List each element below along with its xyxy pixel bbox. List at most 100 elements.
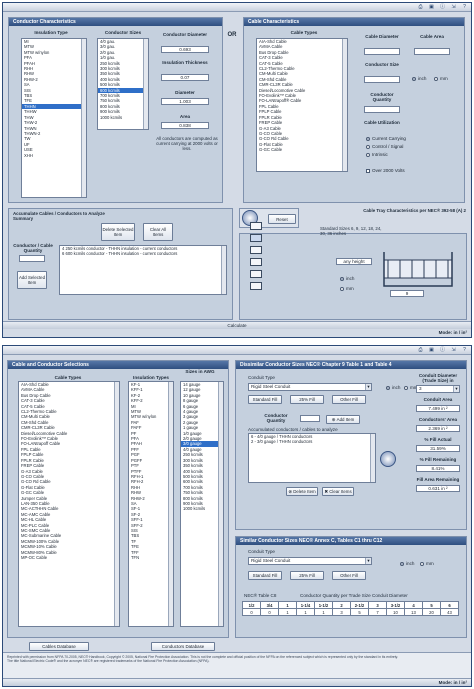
conduit-type-select[interactable]: Rigid Steel Conduit ▼ [248, 383, 372, 391]
list-item[interactable]: 1000 kcmils [181, 506, 223, 511]
print-icon[interactable]: ⎙ [417, 4, 424, 10]
util-label: Current Carrying [372, 136, 406, 141]
clear-all-items-button[interactable]: Clear All Items [143, 223, 173, 241]
tray-style-icon[interactable] [250, 282, 262, 290]
info-icon[interactable]: ⓘ [439, 4, 446, 10]
standard-fill-button[interactable]: Standard Fill [248, 571, 282, 580]
clear-items-button[interactable]: ✖ Clear Items [322, 487, 354, 496]
fill-25-button[interactable]: 25% Fill [290, 571, 324, 580]
table-cell: 1 [314, 608, 333, 616]
conductor-quantity-label: Conductor Quantity [370, 92, 394, 102]
util-control-radio[interactable]: Control / Signal [366, 144, 403, 149]
delete-item-button[interactable]: ⊗ Delete Item [286, 487, 318, 496]
tray-height-field[interactable]: any height [336, 258, 372, 265]
info-icon[interactable]: ⓘ [439, 347, 446, 353]
tray-width-field[interactable]: 9 [390, 290, 424, 297]
similar-conduit-type-select[interactable]: Rigid Steel Conduit ▼ [248, 557, 372, 565]
scrollbar[interactable] [370, 434, 375, 482]
tray-style-icon[interactable] [250, 246, 262, 254]
cable-area-field[interactable] [414, 48, 450, 55]
calculate-bar[interactable]: Calculate [3, 321, 471, 329]
radio-off-icon [340, 286, 344, 291]
list-item[interactable]: XHH [22, 153, 86, 158]
fill-actual-field: 31.59% [416, 445, 460, 452]
tray-mm-radio[interactable]: mm [340, 286, 354, 291]
print-icon[interactable]: ⎙ [417, 347, 424, 353]
cables-database-button[interactable]: Cables Database [29, 642, 89, 651]
tray-style-icon[interactable] [250, 270, 262, 278]
table-header-cell: 3-1/2 [386, 601, 405, 609]
conduit-diameter-select[interactable]: 3 ▼ [416, 385, 460, 393]
help-icon[interactable]: ? [461, 347, 468, 353]
conductor-quantity-field[interactable] [364, 106, 400, 113]
cable-types-header: Cable Types [54, 375, 82, 380]
scrollbar[interactable] [342, 39, 347, 171]
calculator-window-bottom: ⎙ ▣ ⓘ ⇲ ? Cable and Conductor Selections… [2, 345, 472, 687]
conductor-sizes-list[interactable]: 4/0 gau. 3/0 gau. 2/0 gau. 1/0 gau. 250 kcmi… [97, 38, 149, 130]
unit-mm-radio[interactable]: mm [434, 76, 448, 81]
util-current-radio[interactable]: Current Carrying [366, 136, 406, 141]
cable-tray-panel: Cable Tray Characteristics per NEC® 392-… [239, 208, 467, 320]
unit-inch-radio[interactable]: inch [412, 76, 426, 81]
s-inch-radio[interactable]: inch [400, 561, 414, 566]
insulation-type-list[interactable]: MI MTW MTW w/nylon PFA PFAH RHH RHW RHW-2 SA SIS T… [21, 38, 87, 198]
scrollbar[interactable] [114, 382, 119, 626]
other-fill-button[interactable]: Other Fill [332, 571, 366, 580]
list-item[interactable]: 2 - 3/0 gauge / THHN conductors [249, 439, 375, 444]
export-icon[interactable]: ⇲ [450, 347, 457, 353]
cable-diameter-field[interactable] [364, 48, 400, 55]
accumulated-items-list[interactable]: 4 250 kcmils conductor - THHN insulation… [59, 245, 227, 295]
table-cell: 0 [242, 608, 261, 616]
list-item[interactable]: G-GC Cable [257, 147, 347, 152]
clear-items-label: Clear Items [329, 489, 352, 494]
calculate-round-icon[interactable] [380, 451, 396, 467]
mode-indicator: Mode: in / in² [439, 329, 467, 336]
util-intrinsic-radio[interactable]: Intrinsic [366, 152, 388, 157]
area-field: 0.838 [161, 122, 209, 129]
accumulated-conductors-list[interactable]: 6 - 4/0 gauge / THHN conductors 2 - 3/0 g… [248, 433, 376, 483]
reset-button[interactable]: Reset [268, 214, 296, 224]
cable-types-list[interactable]: AIA-Shd Cable AVMA Cable Bus Drop Cable CAT… [256, 38, 348, 172]
checkbox-icon [366, 168, 370, 173]
tray-style-icon[interactable] [250, 234, 262, 242]
delete-selected-item-button[interactable]: Delete Selected Item [101, 223, 135, 241]
conductor-size-field[interactable] [364, 76, 400, 83]
save-icon[interactable]: ▣ [428, 4, 435, 10]
tray-style-icon[interactable] [250, 222, 262, 230]
sizes-awg-list[interactable]: 14 gauge 12 gauge 10 gauge 8 gauge 6 gauge 4 … [180, 381, 224, 627]
over-2000-volts-checkbox[interactable]: Over 2000 Volts [366, 168, 405, 173]
scrollbar[interactable] [143, 39, 148, 129]
tray-inch-radio[interactable]: inch [340, 276, 354, 281]
add-item-button[interactable]: ⊕ Add Item [326, 415, 360, 424]
list-item[interactable]: 6 600 kcmils conductor - THHN insulation… [60, 251, 226, 256]
chevron-down-icon: ▼ [365, 384, 371, 390]
delete-item-label: Delete Item [293, 489, 316, 494]
list-item[interactable]: MP-OC Cable [19, 555, 119, 560]
d-inch-radio[interactable]: inch [386, 385, 400, 390]
radio-off-icon [366, 152, 370, 157]
insulation-types-list[interactable]: KF-1 KFF-1 KF-2 KFF-2 MI MTW MTW w/nylon PAF PAF… [128, 381, 174, 627]
fill-remaining-field: 8.41% [416, 465, 460, 472]
conductor-quantity-field[interactable] [300, 415, 320, 422]
tray-style-icon[interactable] [250, 258, 262, 266]
list-item[interactable]: 1000 kcmils [98, 115, 148, 120]
export-icon[interactable]: ⇲ [450, 4, 457, 10]
scrollbar[interactable] [218, 382, 223, 626]
standard-fill-button[interactable]: Standard Fill [248, 395, 282, 404]
conductors-database-button[interactable]: Conductors Database [151, 642, 215, 651]
help-icon[interactable]: ? [461, 4, 468, 10]
list-item[interactable]: TFN [129, 555, 173, 560]
scrollbar[interactable] [168, 382, 173, 626]
quantity-field[interactable] [19, 255, 45, 262]
scrollbar[interactable] [221, 246, 226, 294]
scrollbar[interactable] [81, 39, 86, 197]
s-mm-radio[interactable]: mm [420, 561, 434, 566]
cable-types-list[interactable]: AIA-Shd Cable AVMA Cable Bus Drop Cable CAT… [18, 381, 120, 627]
inch-label: inch [418, 76, 427, 81]
add-selected-item-button[interactable]: Add Selected Item [17, 271, 47, 289]
save-icon[interactable]: ▣ [428, 347, 435, 353]
panel-title: Dissimilar Conductor Sizes NEC® Chapter … [240, 362, 392, 368]
fill-25-button[interactable]: 25% Fill [290, 395, 324, 404]
panel-title: Similar Conductor Sizes NEC® Annex C, Ta… [240, 538, 383, 544]
other-fill-button[interactable]: Other Fill [332, 395, 366, 404]
